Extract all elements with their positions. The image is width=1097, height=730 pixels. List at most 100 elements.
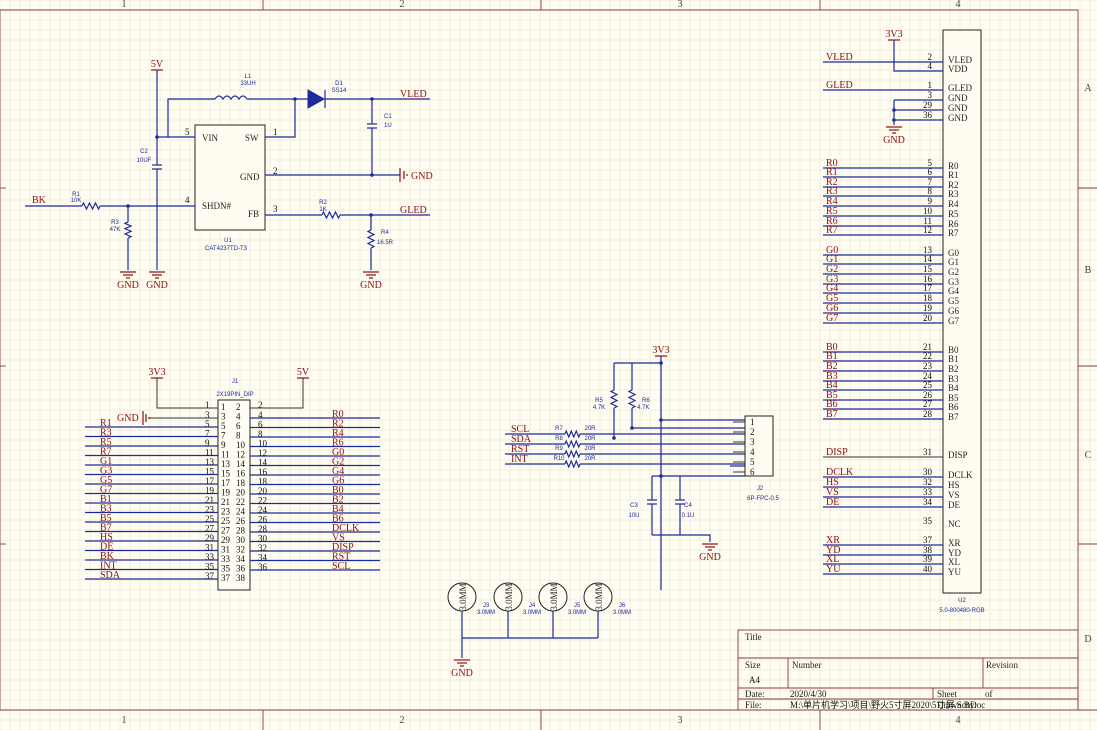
u2-net-label: B7 — [826, 409, 838, 420]
j1-pin-number: 33 — [205, 552, 215, 562]
u2-pin-number: 14 — [923, 254, 933, 264]
r4-value: 16.5R — [377, 240, 394, 246]
j1-inner-pin-number: 26 — [236, 516, 246, 526]
j2-pin-number: 6 — [750, 467, 755, 477]
c3-value: 10U — [628, 513, 639, 519]
zone-row-label: A — [1084, 83, 1092, 94]
zone-column-label: 4 — [956, 715, 961, 726]
u2-pin-number: 40 — [923, 564, 933, 574]
u2-pin-name: R4 — [948, 199, 959, 209]
regulator-section: VIN SWGNDSHDN#FBU1CAT4237TD-T35 12435VL133… — [25, 59, 433, 291]
r6-designator: R6 — [642, 398, 650, 404]
junction-dot — [155, 135, 159, 139]
u1-pin-number: 1 — [273, 127, 278, 137]
u2-pin-name: GND — [948, 93, 968, 103]
j1-part-number: 2X19PIN_DIP — [216, 392, 253, 398]
zone-column-label: 2 — [400, 0, 405, 10]
j1-pin-number: 26 — [258, 515, 268, 525]
mounting-hole-designator: J5 — [574, 603, 581, 609]
u2-pin-name: B7 — [948, 412, 959, 422]
j1-pin-number: 22 — [258, 496, 267, 506]
j1-inner-pin-number: 6 — [236, 421, 241, 431]
junction-dot — [612, 436, 616, 440]
c2-value: 10UF — [137, 158, 152, 164]
u2-net-label: VLED — [826, 52, 853, 63]
u2-pin-number: 9 — [928, 196, 933, 206]
mounting-hole-label: 3.0MM — [594, 583, 604, 610]
u2-pin-name: VDD — [948, 64, 968, 74]
u2-pin-name: YU — [948, 567, 961, 577]
junction-dot — [293, 97, 297, 101]
j1-inner-pin-number: 7 — [221, 431, 226, 441]
j1-pin-number: 17 — [205, 476, 215, 486]
u2-pin-number: 34 — [923, 497, 933, 507]
u2-net-label: GLED — [826, 80, 853, 91]
u2-pin-name: B6 — [948, 402, 959, 412]
j1-right-net-label: SCL — [332, 561, 350, 572]
u2-pin-name: HS — [948, 480, 960, 490]
zone-row-label: C — [1085, 450, 1092, 461]
touch-net-label: INT — [511, 454, 528, 465]
u2-part-number: 5.0-800480-RGB — [939, 608, 984, 614]
header-connector-section: J12X19PIN_DIP1 23 45 67 89 1011 1213 1415 1617 18… — [85, 367, 380, 591]
u2-designator: U2 — [958, 598, 966, 604]
u2-pin-number: 15 — [923, 264, 933, 274]
j1-inner-pin-number: 25 — [221, 516, 231, 526]
u2-pin-number: 39 — [923, 554, 933, 564]
touch-series-resistor — [564, 439, 581, 449]
u2-pin-number: 35 — [923, 516, 933, 526]
j1-pin-number: 9 — [205, 438, 210, 448]
ground-label: GND — [451, 668, 473, 679]
zone-column-label: 1 — [122, 0, 127, 10]
j1-inner-pin-number: 19 — [221, 488, 231, 498]
u2-pin-name: B1 — [948, 354, 959, 364]
j1-pin-number: 30 — [258, 534, 268, 544]
j1-pin-number: 27 — [205, 524, 215, 534]
size-label: Size — [745, 660, 761, 670]
u2-pin-name: XR — [948, 538, 961, 548]
touch-resistor-value: 20R — [584, 426, 596, 432]
c1-value: 1U — [384, 123, 392, 129]
j1-inner-pin-number: 29 — [221, 535, 231, 545]
j1-pin-number: 37 — [205, 571, 215, 581]
mounting-hole-value: 3.0MM — [613, 610, 631, 616]
j1-inner-pin-number: 38 — [236, 573, 246, 583]
j2-pin-number: 3 — [750, 437, 755, 447]
u2-pin-name: G6 — [948, 306, 959, 316]
u2-pin-number: 30 — [923, 467, 933, 477]
j1-pin-number: 1 — [205, 400, 210, 410]
c2-designator: C2 — [140, 149, 148, 155]
u2-net-label: YU — [826, 564, 841, 575]
r5-symbol — [609, 389, 619, 409]
j1-pin-number: 31 — [205, 543, 214, 553]
r4-symbol — [366, 229, 376, 249]
touch-resistor-value: 20R — [584, 446, 596, 452]
j1-pin-number: 15 — [205, 467, 215, 477]
j1-inner-pin-number: 28 — [236, 526, 246, 536]
j1-inner-pin-number: 17 — [221, 478, 231, 488]
j1-left-net-label: SDA — [100, 570, 121, 581]
u2-pin-name: DISP — [948, 450, 968, 460]
u2-pin-number: 25 — [923, 380, 933, 390]
touch-resistor-value: 20R — [584, 456, 596, 462]
j1-inner-pin-number: 9 — [221, 440, 226, 450]
mounting-hole-label: 3.0MM — [549, 583, 559, 610]
zone-column-label: 1 — [122, 715, 127, 726]
j1-inner-pin-number: 13 — [221, 459, 231, 469]
date-label: Date: — [745, 689, 765, 699]
date-value: 2020/4/30 — [790, 689, 827, 699]
schematic-sheet: 11223344ABCD VIN SWGNDSHDN#FBU1CAT4237TD-… — [0, 0, 1097, 730]
u2-pin-name: R3 — [948, 189, 959, 199]
u2-pin-number: 36 — [923, 110, 933, 120]
j1-pin-number: 20 — [258, 486, 268, 496]
r6-value: 4.7K — [637, 405, 649, 411]
r3-designator: R3 — [111, 220, 119, 226]
zone-column-label: 2 — [400, 715, 405, 726]
u2-pin-name: VS — [948, 490, 960, 500]
j1-inner-pin-number: 30 — [236, 535, 246, 545]
j1-inner-pin-number: 12 — [236, 450, 245, 460]
touch-resistor-value: 20R — [584, 436, 596, 442]
junction-dot — [659, 361, 663, 365]
u1-pin-name: VIN — [202, 133, 218, 143]
u2-pin-number: 1 — [928, 80, 933, 90]
